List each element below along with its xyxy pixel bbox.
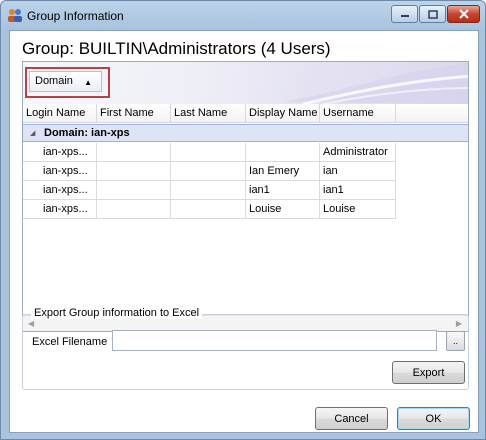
column-header-display-name[interactable]: Display Name xyxy=(246,104,320,123)
cell-first-name xyxy=(97,162,171,181)
cell-first-name xyxy=(97,181,171,200)
table-row[interactable]: ian-xps... ian1 ian1 xyxy=(23,181,468,200)
sort-ascending-icon: ▲ xyxy=(84,78,92,87)
cell-login-name: ian-xps... xyxy=(23,143,97,162)
cell-last-name xyxy=(171,181,246,200)
ok-button[interactable]: OK xyxy=(397,407,470,430)
browse-button[interactable]: .. xyxy=(446,331,465,351)
cell-last-name xyxy=(171,143,246,162)
export-group-legend: Export Group information to Excel xyxy=(31,307,203,319)
cell-login-name: ian-xps... xyxy=(23,181,97,200)
group-row-label: Domain: ian-xps xyxy=(44,127,130,139)
cell-username: ian1 xyxy=(320,181,396,200)
column-headers: Login Name First Name Last Name Display … xyxy=(23,104,468,123)
users-group-icon xyxy=(8,9,22,22)
users-grid[interactable]: Domain ▲ Login Name First Name Last Name… xyxy=(22,61,469,332)
group-information-window: Group Information Group: BUILTIN\Adminis… xyxy=(0,0,486,440)
cell-login-name: ian-xps... xyxy=(23,162,97,181)
export-button[interactable]: Export xyxy=(392,361,465,384)
group-row-domain[interactable]: ◢ Domain: ian-xps xyxy=(23,124,468,142)
column-header-first-name[interactable]: First Name xyxy=(97,104,171,123)
group-by-label: Domain xyxy=(35,75,73,87)
cell-last-name xyxy=(171,162,246,181)
dialog-client-area: Group: BUILTIN\Administrators (4 Users) … xyxy=(9,30,479,433)
cell-display-name: Louise xyxy=(246,200,320,219)
table-row[interactable]: ian-xps... Ian Emery ian xyxy=(23,162,468,181)
table-row[interactable]: ian-xps... Louise Louise xyxy=(23,200,468,219)
decorative-swirl xyxy=(283,62,468,104)
excel-filename-label: Excel Filename xyxy=(32,336,108,348)
cell-login-name: ian-xps... xyxy=(23,200,97,219)
title-bar[interactable]: Group Information xyxy=(1,1,485,31)
cell-display-name xyxy=(246,143,320,162)
group-title: Group: BUILTIN\Administrators (4 Users) xyxy=(22,39,331,58)
cell-last-name xyxy=(171,200,246,219)
cancel-button[interactable]: Cancel xyxy=(315,407,388,430)
group-by-panel: Domain ▲ xyxy=(23,62,468,104)
cell-display-name: Ian Emery xyxy=(246,162,320,181)
excel-filename-input[interactable] xyxy=(112,330,437,351)
maximize-icon xyxy=(427,9,438,19)
cell-first-name xyxy=(97,200,171,219)
cell-first-name xyxy=(97,143,171,162)
close-icon xyxy=(458,9,469,19)
cell-username: Administrator xyxy=(320,143,396,162)
group-by-domain-chip[interactable]: Domain ▲ xyxy=(29,71,102,92)
cell-display-name: ian1 xyxy=(246,181,320,200)
minimize-button[interactable] xyxy=(391,5,418,23)
column-header-login-name[interactable]: Login Name xyxy=(23,104,97,123)
cell-username: ian xyxy=(320,162,396,181)
table-row[interactable]: ian-xps... Administrator xyxy=(23,143,468,162)
close-button[interactable] xyxy=(447,5,480,23)
export-groupbox: Export Group information to Excel Excel … xyxy=(22,307,469,390)
cell-username: Louise xyxy=(320,200,396,219)
column-header-last-name[interactable]: Last Name xyxy=(171,104,246,123)
window-title: Group Information xyxy=(27,9,124,23)
minimize-icon xyxy=(400,15,409,17)
column-header-username[interactable]: Username xyxy=(320,104,396,123)
collapse-icon[interactable]: ◢ xyxy=(30,129,35,137)
maximize-button[interactable] xyxy=(419,5,446,23)
